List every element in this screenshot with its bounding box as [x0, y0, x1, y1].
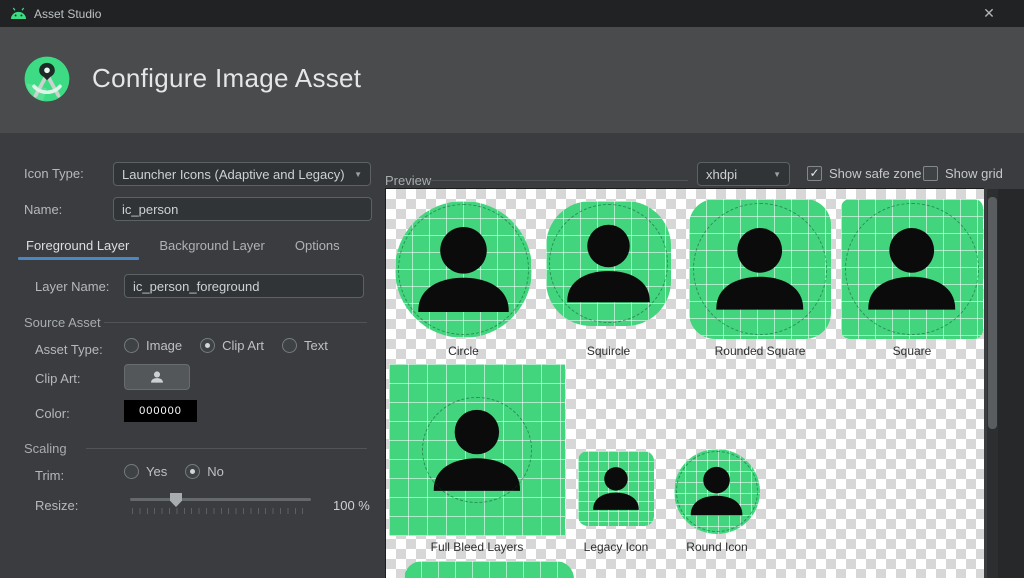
icon-type-label: Icon Type:	[24, 166, 84, 181]
radio-circle-icon	[124, 464, 139, 479]
tile-label: Round Icon	[666, 540, 768, 554]
main-content: Icon Type: Launcher Icons (Adaptive and …	[0, 133, 1024, 578]
asset-type-radios: Image Clip Art Text	[124, 338, 328, 353]
person-icon	[693, 203, 826, 335]
section-divider	[86, 448, 367, 449]
tile-label: Square	[841, 344, 983, 358]
clip-art-label: Clip Art:	[35, 371, 81, 386]
tab-options[interactable]: Options	[293, 230, 342, 260]
color-swatch[interactable]: 000000	[124, 400, 197, 422]
slider-ticks	[132, 508, 309, 514]
preview-section-label: Preview	[385, 173, 431, 188]
person-icon	[395, 201, 532, 338]
person-icon	[677, 452, 756, 530]
radio-trim-no[interactable]: No	[185, 464, 224, 479]
name-input[interactable]: ic_person	[113, 197, 372, 221]
person-icon	[148, 368, 166, 386]
person-icon	[410, 385, 544, 516]
layer-name-label: Layer Name:	[35, 279, 109, 294]
dialog-header: Configure Image Asset	[0, 27, 1024, 133]
scaling-section-label: Scaling	[24, 441, 67, 456]
tile-label: Full Bleed Layers	[389, 540, 565, 554]
tab-foreground-layer[interactable]: Foreground Layer	[24, 230, 131, 260]
radio-circle-icon	[200, 338, 215, 353]
resize-label: Resize:	[35, 498, 78, 513]
radio-circle-icon	[282, 338, 297, 353]
tile-label: Rounded Square	[689, 344, 831, 358]
trim-label: Trim:	[35, 468, 64, 483]
source-asset-section-label: Source Asset	[24, 315, 101, 330]
radio-circle-icon	[124, 338, 139, 353]
slider-track[interactable]	[130, 498, 311, 501]
color-label: Color:	[35, 406, 70, 421]
name-value: ic_person	[122, 202, 178, 217]
asset-type-label: Asset Type:	[35, 342, 103, 357]
section-divider	[428, 180, 688, 181]
clip-art-picker-button[interactable]	[124, 364, 190, 390]
resize-value: 100 %	[333, 498, 370, 513]
preview-tile-legacy	[578, 451, 654, 526]
person-icon	[546, 201, 671, 326]
icon-type-value: Launcher Icons (Adaptive and Legacy)	[122, 167, 345, 182]
radio-text[interactable]: Text	[282, 338, 328, 353]
android-studio-logo-icon	[22, 54, 72, 104]
show-safe-zone-checkbox[interactable]: ✓ Show safe zone	[807, 166, 922, 181]
tile-label: Squircle	[546, 344, 671, 358]
layer-name-input[interactable]: ic_person_foreground	[124, 274, 364, 298]
radio-clip-art[interactable]: Clip Art	[200, 338, 264, 353]
close-button[interactable]: ✕	[978, 3, 1000, 23]
checkbox-unchecked-icon	[923, 166, 938, 181]
chevron-down-icon: ▼	[354, 170, 362, 179]
radio-circle-icon	[185, 464, 200, 479]
android-icon	[9, 6, 28, 21]
checkbox-checked-icon: ✓	[807, 166, 822, 181]
tab-background-layer[interactable]: Background Layer	[157, 230, 267, 260]
preview-tile-circle	[395, 201, 532, 338]
preview-tile-square	[841, 199, 983, 339]
page-title: Configure Image Asset	[92, 63, 361, 94]
radio-image[interactable]: Image	[124, 338, 182, 353]
name-label: Name:	[24, 202, 62, 217]
right-gutter	[998, 189, 1024, 578]
preview-tile-squircle	[546, 201, 671, 326]
window-title: Asset Studio	[34, 7, 101, 21]
trim-radios: Yes No	[124, 464, 224, 479]
person-icon	[845, 203, 978, 335]
preview-tile-full-bleed	[389, 364, 565, 536]
layer-name-value: ic_person_foreground	[133, 279, 259, 294]
density-dropdown[interactable]: xhdpi ▼	[697, 162, 790, 186]
slider-handle[interactable]	[170, 493, 182, 507]
icon-type-dropdown[interactable]: Launcher Icons (Adaptive and Legacy) ▼	[113, 162, 371, 186]
person-icon	[581, 454, 651, 523]
resize-slider[interactable]	[130, 493, 311, 519]
scrollbar-thumb[interactable]	[988, 197, 997, 429]
preview-tile-round	[674, 449, 760, 534]
tile-label: Circle	[395, 344, 532, 358]
layer-tabs: Foreground Layer Background Layer Option…	[24, 230, 342, 260]
radio-trim-yes[interactable]: Yes	[124, 464, 167, 479]
density-value: xhdpi	[706, 167, 737, 182]
chevron-down-icon: ▼	[773, 170, 781, 179]
preview-tile-clipped	[404, 561, 574, 578]
show-grid-checkbox[interactable]: Show grid	[923, 166, 1003, 181]
preview-canvas: Circle Squircle Rounded Square Square Fu…	[385, 188, 984, 578]
asset-studio-dialog: Asset Studio ✕ Configure Image Asset Ico…	[0, 0, 1024, 578]
tile-label: Legacy Icon	[564, 540, 668, 554]
preview-tile-rounded-square	[689, 199, 831, 339]
preview-scrollbar[interactable]	[987, 189, 998, 578]
section-divider	[104, 322, 367, 323]
title-bar: Asset Studio ✕	[0, 0, 1024, 27]
